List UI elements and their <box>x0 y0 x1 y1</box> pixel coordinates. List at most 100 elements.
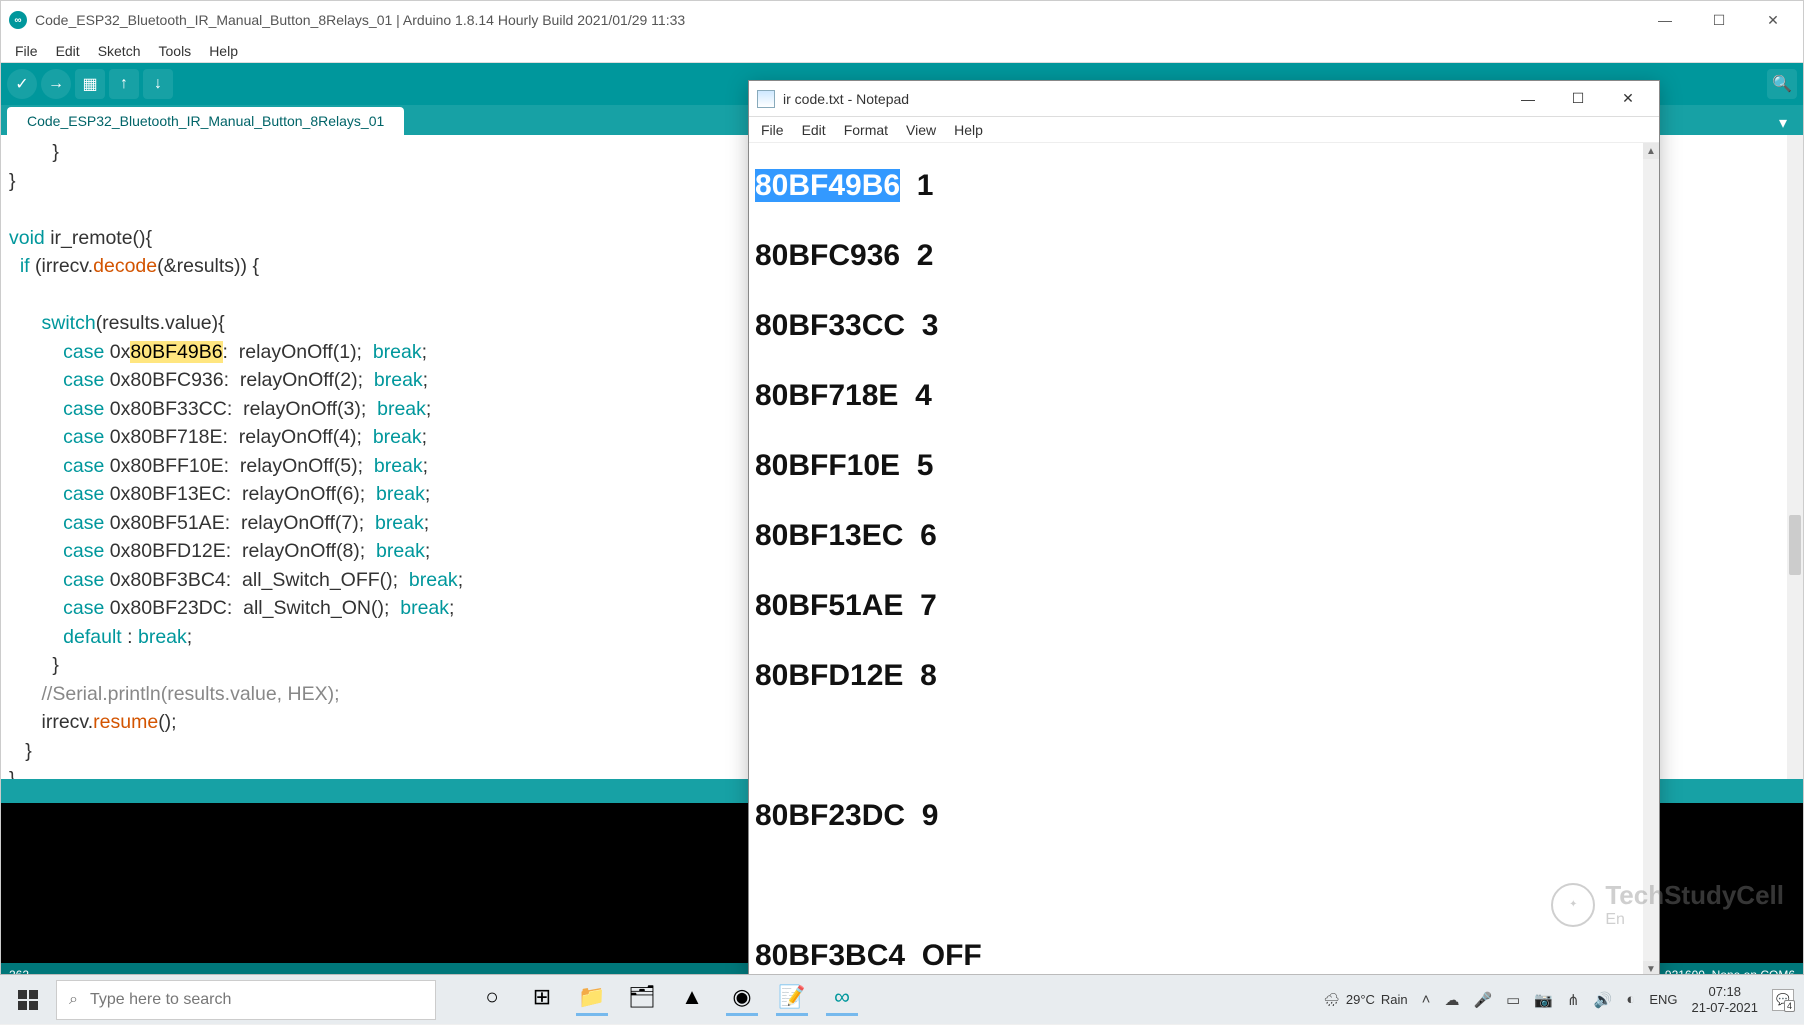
notepad-line: 80BF51AE 7 <box>755 571 1637 641</box>
ir-code: 80BFD12E <box>755 659 903 692</box>
ir-value: 1 <box>900 169 933 202</box>
explorer-window-icon[interactable]: 🗂 <box>626 984 658 1016</box>
notepad-line: 80BFF10E 5 <box>755 431 1637 501</box>
notepad-line: 80BFC936 2 <box>755 221 1637 291</box>
sketch-tab[interactable]: Code_ESP32_Bluetooth_IR_Manual_Button_8R… <box>7 107 404 135</box>
notifications-icon[interactable]: 💬 <box>1772 989 1794 1011</box>
menu-tools[interactable]: Tools <box>151 41 200 61</box>
arduino-title-text: Code_ESP32_Bluetooth_IR_Manual_Button_8R… <box>35 12 1653 28</box>
ir-value: 2 <box>900 239 933 272</box>
verify-icon[interactable]: ✓ <box>7 69 37 99</box>
ir-code: 80BF33CC <box>755 309 905 342</box>
notepad-line: 80BFD12E 8 <box>755 641 1637 711</box>
ir-value: 7 <box>903 589 936 622</box>
nvidia-icon[interactable]: ◐ <box>1626 991 1635 1008</box>
ir-value: 8 <box>903 659 936 692</box>
task-view-icon[interactable]: ⊞ <box>526 984 558 1016</box>
notepad-title-text: ir code.txt - Notepad <box>783 91 1505 107</box>
notepad-menu-file[interactable]: File <box>753 120 792 140</box>
notepad-titlebar[interactable]: ir code.txt - Notepad ― ☐ ✕ <box>749 81 1659 117</box>
notepad-maximize-icon[interactable]: ☐ <box>1555 84 1601 114</box>
taskbar: ⌕ Type here to search ○ ⊞ 📁 🗂 ▲ ◉ 📝 ∞ 🌧 … <box>0 974 1804 1024</box>
ir-value: 3 <box>905 309 938 342</box>
highlighted-hex: 80BF49B6 <box>130 341 222 363</box>
arduino-titlebar[interactable]: ∞ Code_ESP32_Bluetooth_IR_Manual_Button_… <box>1 1 1803 39</box>
new-icon[interactable]: ▦ <box>75 69 105 99</box>
clock-date: 21-07-2021 <box>1692 1000 1759 1016</box>
ir-value: 5 <box>900 449 933 482</box>
clock[interactable]: 07:18 21-07-2021 <box>1692 984 1759 1015</box>
notepad-scrollbar[interactable]: ▲ ▼ <box>1643 143 1659 977</box>
menu-help[interactable]: Help <box>201 41 246 61</box>
scrollbar-thumb[interactable] <box>1789 515 1801 575</box>
notepad-line: 80BF33CC 3 <box>755 291 1637 361</box>
notepad-line <box>755 711 1637 781</box>
notepad-menubar: File Edit Format View Help <box>749 117 1659 143</box>
serial-monitor-icon[interactable]: 🔍 <box>1767 69 1797 99</box>
weather-icon: 🌧 <box>1323 992 1340 1008</box>
ir-value: 9 <box>905 799 938 832</box>
clock-time: 07:18 <box>1692 984 1759 1000</box>
weather-widget[interactable]: 🌧 29°C Rain <box>1323 992 1407 1008</box>
tabs-dropdown-icon[interactable]: ▾ <box>1771 111 1795 135</box>
onedrive-icon[interactable]: ☁ <box>1444 991 1459 1009</box>
menu-file[interactable]: File <box>7 41 46 61</box>
close-icon[interactable]: ✕ <box>1761 8 1785 32</box>
save-icon[interactable]: ↓ <box>143 69 173 99</box>
notepad-close-icon[interactable]: ✕ <box>1605 84 1651 114</box>
cortana-icon[interactable]: ○ <box>476 984 508 1016</box>
ir-code: 80BFF10E <box>755 449 900 482</box>
notepad-taskbar-icon[interactable]: 📝 <box>776 984 808 1016</box>
microphone-icon[interactable]: 🎤 <box>1473 991 1492 1009</box>
vlc-icon[interactable]: ▲ <box>676 984 708 1016</box>
code-scrollbar[interactable] <box>1787 135 1803 787</box>
notepad-line: 80BF13EC 6 <box>755 501 1637 571</box>
notepad-menu-view[interactable]: View <box>898 120 944 140</box>
volume-icon[interactable]: 🔊 <box>1594 991 1613 1009</box>
menu-sketch[interactable]: Sketch <box>90 41 149 61</box>
watermark-badge-icon: ✦ <box>1551 883 1595 927</box>
notepad-line: 80BF23DC 9 <box>755 781 1637 851</box>
notepad-menu-edit[interactable]: Edit <box>794 120 834 140</box>
menu-edit[interactable]: Edit <box>48 41 88 61</box>
ir-code: 80BF23DC <box>755 799 905 832</box>
language-indicator[interactable]: ENG <box>1649 992 1677 1007</box>
ir-code: 80BF718E <box>755 379 898 412</box>
ir-code: 80BF3BC4 <box>755 939 905 972</box>
maximize-icon[interactable]: ☐ <box>1707 8 1731 32</box>
taskbar-search[interactable]: ⌕ Type here to search <box>56 980 436 1020</box>
chrome-icon[interactable]: ◉ <box>726 984 758 1016</box>
battery-icon[interactable]: ▭ <box>1506 991 1520 1009</box>
meet-now-icon[interactable]: 📷 <box>1534 991 1553 1009</box>
wifi-icon[interactable]: ⋔ <box>1567 991 1580 1009</box>
notepad-window: ir code.txt - Notepad ― ☐ ✕ File Edit Fo… <box>748 80 1660 978</box>
start-button[interactable] <box>0 975 56 1025</box>
weather-temp: 29°C <box>1346 992 1375 1007</box>
notepad-menu-format[interactable]: Format <box>836 120 896 140</box>
watermark: ✦ TechStudyCell En <box>1551 880 1784 929</box>
windows-logo-icon <box>18 990 38 1010</box>
tray-chevron-icon[interactable]: ˄ <box>1422 991 1431 1008</box>
ir-code: 80BFC936 <box>755 239 900 272</box>
notepad-line: 80BF718E 4 <box>755 361 1637 431</box>
open-icon[interactable]: ↑ <box>109 69 139 99</box>
ir-code: 80BF13EC <box>755 519 903 552</box>
file-explorer-icon[interactable]: 📁 <box>576 984 608 1016</box>
notepad-minimize-icon[interactable]: ― <box>1505 84 1551 114</box>
notepad-line: 80BF49B6 1 <box>755 151 1637 221</box>
ir-code: 80BF49B6 <box>755 169 900 202</box>
minimize-icon[interactable]: ― <box>1653 8 1677 32</box>
notepad-text-area[interactable]: 80BF49B6 180BFC936 280BF33CC 380BF718E 4… <box>749 143 1643 977</box>
scroll-up-icon[interactable]: ▲ <box>1643 143 1659 159</box>
search-placeholder: Type here to search <box>90 991 231 1009</box>
system-tray: 🌧 29°C Rain ˄ ☁ 🎤 ▭ 📷 ⋔ 🔊 ◐ ENG 07:18 21… <box>1323 984 1804 1015</box>
ir-value: 6 <box>903 519 936 552</box>
upload-icon[interactable]: → <box>41 69 71 99</box>
arduino-taskbar-icon[interactable]: ∞ <box>826 984 858 1016</box>
arduino-app-icon: ∞ <box>9 11 27 29</box>
notepad-app-icon <box>757 90 775 108</box>
watermark-text: TechStudyCell <box>1605 880 1784 911</box>
notepad-menu-help[interactable]: Help <box>946 120 991 140</box>
ir-code: 80BF51AE <box>755 589 903 622</box>
search-icon: ⌕ <box>69 991 78 1009</box>
